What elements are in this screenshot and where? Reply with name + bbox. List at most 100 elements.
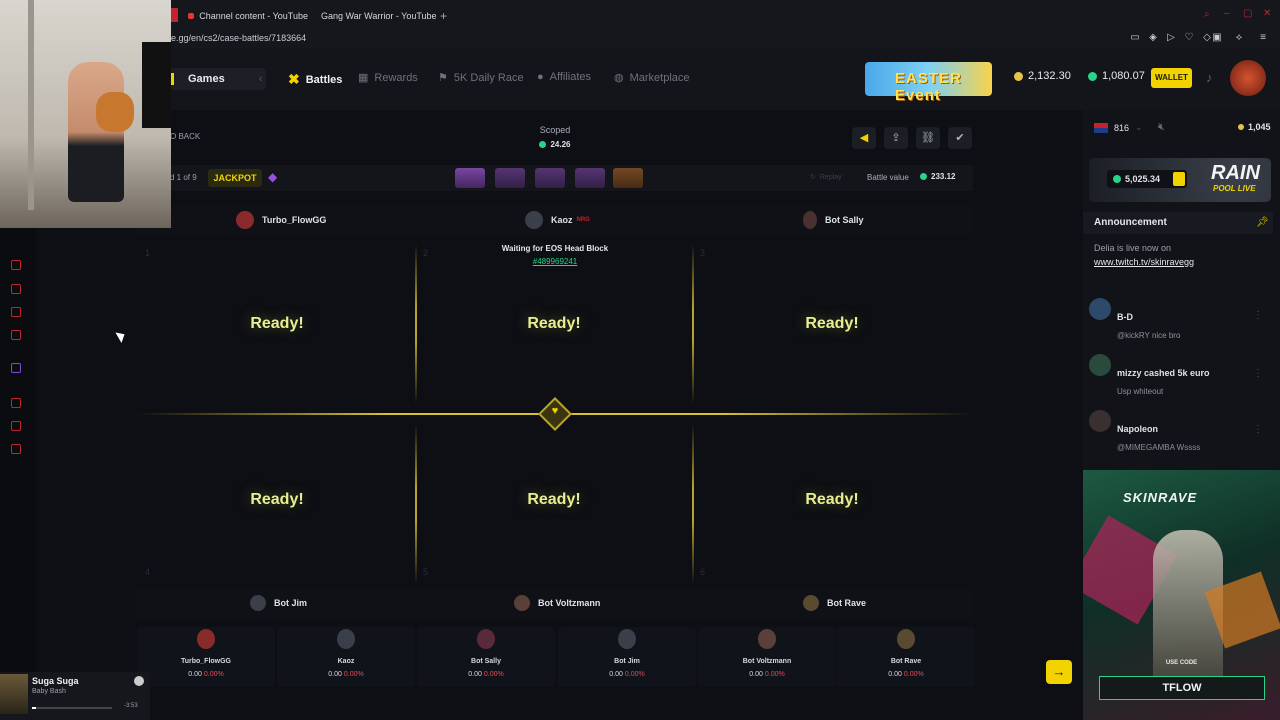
fairness-icon[interactable]: ✔	[948, 127, 972, 149]
wallet-button[interactable]: WALLET	[1151, 68, 1192, 88]
promo-use-code: USE CODE	[1165, 660, 1198, 666]
card-name: Bot Voltzmann	[742, 658, 792, 665]
new-tab-icon[interactable]: +	[440, 9, 447, 23]
rain-pool-banner[interactable]: 5,025.34 RAIN POOL LIVE	[1089, 158, 1271, 202]
bookmark-icon[interactable]: ▭	[1130, 33, 1140, 43]
case-icon	[495, 168, 525, 188]
green-coin-icon	[539, 141, 547, 148]
player-header[interactable]: Kaoz NRG	[525, 211, 590, 229]
nav-daily-race[interactable]: ⚑ 5K Daily Race	[438, 71, 524, 85]
user-avatar[interactable]	[1230, 60, 1266, 96]
more-icon[interactable]: ⋮	[1253, 310, 1263, 321]
chat-username[interactable]: B-D	[1117, 312, 1133, 322]
progress-bar[interactable]	[32, 707, 112, 709]
youtube-icon	[188, 13, 195, 19]
music-player: Suga Suga Baby Bash -3:53	[0, 672, 150, 720]
lock-icon[interactable]: ▣	[1212, 33, 1222, 43]
avatar	[803, 211, 817, 229]
balance-green: 1,080.07	[1088, 70, 1145, 82]
replay-icon: ↻	[810, 174, 816, 181]
rail-icon[interactable]	[11, 421, 21, 431]
promo-code[interactable]: TFLOW	[1099, 676, 1265, 700]
player-card[interactable]: Kaoz 0.00 0.00%	[277, 627, 415, 687]
player-header[interactable]: Bot Jim	[250, 595, 307, 611]
browser-tab-2[interactable]: Gang War Warrior - YouTube	[316, 6, 436, 26]
chat-username[interactable]: Napoleon	[1117, 424, 1158, 434]
ai-icon[interactable]: ⟡	[1230, 33, 1248, 43]
chat-username[interactable]: mizzy cashed 5k euro	[1117, 368, 1210, 378]
player-header[interactable]: Bot Rave	[803, 595, 866, 611]
rail-icon[interactable]	[11, 260, 21, 270]
nav-rewards[interactable]: ▦ Rewards	[358, 71, 418, 85]
player-header[interactable]: Bot Sally	[803, 211, 864, 229]
rail-icon[interactable]	[11, 307, 21, 317]
share-icon[interactable]: ⇪	[884, 127, 908, 149]
play-icon[interactable]: ▷	[1166, 33, 1176, 43]
rain-join-icon[interactable]	[1173, 172, 1185, 186]
users-icon: ●	[537, 71, 544, 83]
back-button[interactable]: O BACK	[170, 132, 200, 141]
link-icon[interactable]: ⛓	[916, 127, 940, 149]
player-card[interactable]: Bot Sally 0.00 0.00%	[417, 627, 555, 687]
amount-value: 0.00	[468, 671, 482, 678]
more-icon[interactable]: ⋮	[1253, 368, 1263, 379]
extension-icon[interactable]: ◇	[1202, 33, 1212, 43]
player-card[interactable]: Bot Jim 0.00 0.00%	[558, 627, 696, 687]
green-coin-icon	[1113, 175, 1121, 183]
minimize-icon[interactable]: –	[1224, 8, 1230, 19]
nav-games[interactable]: Games ‹	[170, 68, 266, 90]
nav-games-label: Games	[188, 73, 225, 85]
player-name: Turbo_FlowGG	[262, 215, 327, 225]
shield-icon[interactable]: ◈	[1148, 33, 1158, 43]
rail-icon[interactable]	[11, 284, 21, 294]
avatar	[1089, 298, 1111, 320]
nav-marketplace[interactable]: ◍ Marketplace	[614, 71, 690, 85]
more-icon[interactable]: ⋮	[1253, 424, 1263, 435]
collapse-icon[interactable]: ‹	[259, 73, 263, 85]
browser-tab-1[interactable]: Channel content - YouTube	[188, 6, 308, 26]
battle-value: 233.12	[920, 172, 955, 181]
close-icon[interactable]: ✕	[1263, 8, 1271, 19]
sound-icon[interactable]: ◀	[852, 127, 876, 149]
replay-button[interactable]: ↻ Replay	[810, 173, 842, 181]
card-amount: 0.00 0.00%	[277, 671, 415, 678]
menu-icon[interactable]: ≡	[1258, 33, 1268, 43]
card-name: Turbo_FlowGG	[180, 658, 232, 665]
online-count[interactable]: 816 ⌄	[1094, 122, 1143, 133]
player-header[interactable]: Turbo_FlowGG	[236, 211, 326, 229]
card-amount: 0.00 0.00%	[698, 671, 836, 678]
search-icon[interactable]: ⌕	[1204, 9, 1210, 20]
twitch-icon[interactable]	[11, 363, 21, 373]
card-name: Bot Rave	[890, 658, 922, 665]
webcam-tv	[142, 42, 171, 128]
nav-affiliates[interactable]: ● Affiliates	[537, 71, 591, 83]
nav-battles[interactable]: ✖ Battles	[288, 71, 342, 88]
left-rail	[0, 228, 36, 720]
easter-event-banner[interactable]: EASTER Event	[865, 62, 992, 104]
bell-icon[interactable]: ♪	[1206, 70, 1213, 85]
divider	[415, 424, 417, 584]
rail-icon[interactable]	[11, 398, 21, 408]
url-field[interactable]: e.gg/en/cs2/case-battles/7183664	[171, 33, 306, 43]
block-link[interactable]: #489969241	[480, 257, 630, 266]
rail-icon[interactable]	[11, 444, 21, 454]
scroll-right-button[interactable]: →	[1046, 660, 1072, 684]
pause-icon[interactable]	[134, 676, 144, 686]
announcement-link[interactable]: www.twitch.tv/skinravegg	[1094, 257, 1194, 267]
maximize-icon[interactable]: ▢	[1243, 8, 1252, 19]
player-header[interactable]: Bot Voltzmann	[514, 595, 600, 611]
player-card[interactable]: Bot Voltzmann 0.00 0.00%	[698, 627, 836, 687]
player-name: Bot Sally	[825, 215, 864, 225]
round-label: d 1 of 9	[170, 173, 197, 182]
pin-icon: 📌︎	[1256, 217, 1269, 228]
player-card[interactable]: Bot Rave 0.00 0.00%	[837, 627, 975, 687]
player-card[interactable]: Turbo_FlowGG 0.00 0.00%	[137, 627, 275, 687]
slot-status: Ready!	[250, 491, 304, 508]
promo-banner[interactable]: SKINRAVE USE CODE TFLOW	[1083, 470, 1280, 720]
rail-icon[interactable]	[11, 330, 21, 340]
avatar	[514, 595, 530, 611]
percent-value: 0.00%	[203, 671, 224, 678]
mute-icon[interactable]: 🔇︎	[1158, 121, 1165, 134]
webcam-cat	[96, 92, 134, 132]
heart-icon[interactable]: ♡	[1184, 33, 1194, 43]
